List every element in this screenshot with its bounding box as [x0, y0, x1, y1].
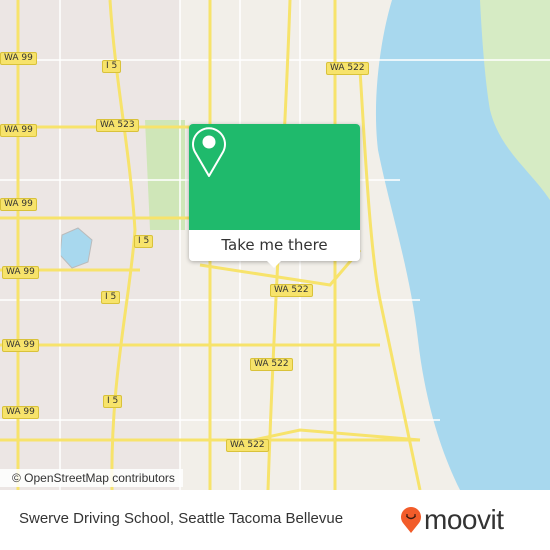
- popup-header: [189, 124, 360, 230]
- highway-shield: WA 99: [2, 266, 39, 279]
- moovit-pin-icon: [401, 507, 421, 533]
- highway-shield: I 5: [101, 291, 121, 304]
- location-popup: Take me there: [189, 124, 360, 268]
- highway-shield: WA 522: [326, 62, 369, 75]
- highway-shield: I 5: [102, 60, 122, 73]
- moovit-logo[interactable]: moovit: [400, 504, 504, 535]
- map-attribution[interactable]: © OpenStreetMap contributors: [0, 469, 183, 487]
- highway-shield: WA 99: [2, 339, 39, 352]
- highway-shield: WA 522: [250, 358, 293, 371]
- moovit-wordmark: moovit: [424, 504, 504, 535]
- highway-shield: WA 522: [226, 439, 269, 452]
- place-title: Swerve Driving School, Seattle Tacoma Be…: [19, 510, 344, 527]
- take-me-there-button[interactable]: Take me there: [189, 230, 360, 261]
- map[interactable]: I 5 WA 99 WA 522 WA 99 WA 523 WA 99 I 5 …: [0, 0, 550, 490]
- highway-shield: WA 99: [0, 124, 37, 137]
- map-pin-icon: [192, 127, 226, 177]
- highway-shield: WA 523: [96, 119, 139, 132]
- park-area: [145, 120, 185, 230]
- highway-shield: WA 522: [270, 284, 313, 297]
- highway-shield: I 5: [103, 395, 123, 408]
- highway-shield: WA 99: [2, 406, 39, 419]
- popup-tail: [267, 261, 281, 268]
- footer: Swerve Driving School, Seattle Tacoma Be…: [0, 490, 550, 550]
- highway-shield: WA 99: [0, 198, 37, 211]
- highway-shield: WA 99: [0, 52, 37, 65]
- highway-shield: I 5: [134, 235, 154, 248]
